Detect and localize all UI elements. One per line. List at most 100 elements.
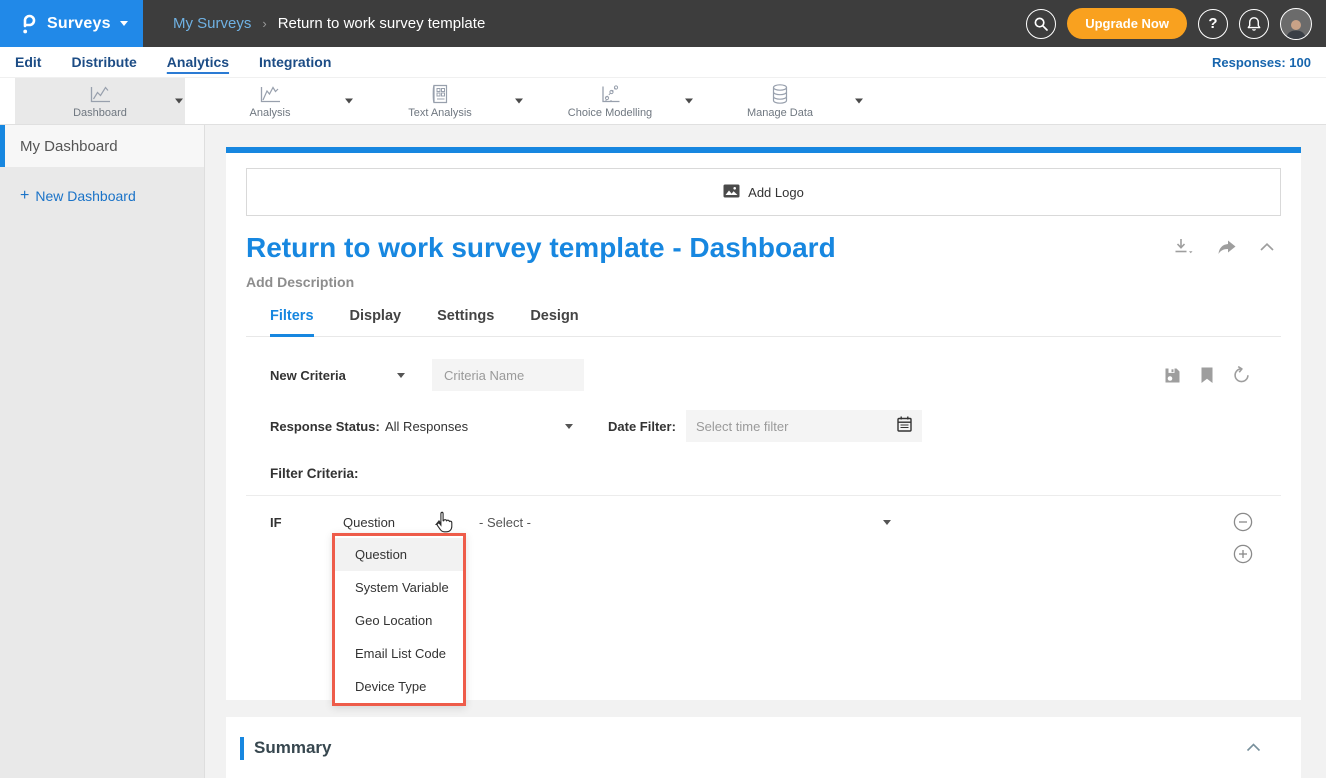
save-icon[interactable] xyxy=(1164,367,1181,384)
nav-item-edit[interactable]: Edit xyxy=(15,54,41,70)
condition-select-value: - Select - xyxy=(479,515,531,530)
condition-type-dropdown[interactable]: Question xyxy=(343,515,443,530)
download-icon[interactable] xyxy=(1173,238,1195,256)
collapse-chevron-up-icon[interactable] xyxy=(1259,242,1275,252)
image-icon xyxy=(723,184,740,201)
summary-collapse-chevron-icon[interactable] xyxy=(1246,743,1261,752)
header-actions: Upgrade Now ? xyxy=(1026,0,1326,47)
chevron-down-icon xyxy=(397,373,405,378)
dashboard-sidebar: My Dashboard + New Dashboard xyxy=(0,125,205,778)
breadcrumb: My Surveys › Return to work survey templ… xyxy=(173,0,485,47)
tab-filters[interactable]: Filters xyxy=(270,308,314,337)
date-filter-label: Date Filter: xyxy=(608,419,686,434)
dashboard-content: Add Logo Return to work survey template … xyxy=(205,125,1326,778)
toolbar-item-label: Dashboard xyxy=(73,107,127,119)
summary-accent-bar xyxy=(240,737,244,760)
toolbar-item-label: Analysis xyxy=(250,107,291,119)
breadcrumb-survey-title: Return to work survey template xyxy=(278,15,486,32)
sidebar-item-label: My Dashboard xyxy=(20,138,118,155)
chevron-down-icon[interactable] xyxy=(855,99,863,104)
survey-nav: Edit Distribute Analytics Integration Re… xyxy=(0,47,1326,77)
product-label: Surveys xyxy=(47,15,111,33)
divider xyxy=(246,495,1281,496)
filter-criteria-label: Filter Criteria: xyxy=(270,466,359,481)
chevron-down-icon[interactable] xyxy=(175,99,183,104)
sidebar-item-my-dashboard[interactable]: My Dashboard xyxy=(0,125,204,167)
pointer-cursor-icon xyxy=(434,511,455,539)
toolbar-item-choice-modelling[interactable]: Choice Modelling xyxy=(525,78,695,124)
line-chart-icon xyxy=(87,83,113,105)
bookmark-icon[interactable] xyxy=(1200,367,1214,384)
settings-tabs: Filters Display Settings Design xyxy=(246,308,1281,337)
responses-count[interactable]: Responses: 100 xyxy=(1212,55,1311,70)
if-label: IF xyxy=(270,515,343,530)
menu-item-question[interactable]: Question xyxy=(335,538,463,571)
date-filter-input[interactable] xyxy=(696,419,897,434)
condition-type-value: Question xyxy=(343,515,395,530)
menu-item-device-type[interactable]: Device Type xyxy=(335,670,463,703)
notifications-bell-icon[interactable] xyxy=(1239,9,1269,39)
menu-item-email-list-code[interactable]: Email List Code xyxy=(335,637,463,670)
toolbar-item-label: Choice Modelling xyxy=(568,107,652,119)
product-switcher[interactable]: Surveys xyxy=(0,0,143,47)
condition-question-select[interactable]: - Select - xyxy=(479,515,891,530)
new-criteria-value: New Criteria xyxy=(270,368,346,383)
calendar-icon xyxy=(897,416,912,437)
help-icon[interactable]: ? xyxy=(1198,9,1228,39)
menu-item-system-variable[interactable]: System Variable xyxy=(335,571,463,604)
new-dashboard-button[interactable]: + New Dashboard xyxy=(20,187,204,205)
dashboard-settings-card: Add Logo Return to work survey template … xyxy=(226,147,1301,700)
upgrade-now-button[interactable]: Upgrade Now xyxy=(1067,8,1187,39)
plus-icon: + xyxy=(20,187,29,205)
chevron-down-icon xyxy=(565,424,573,429)
chevron-down-icon xyxy=(120,21,128,26)
add-logo-label: Add Logo xyxy=(748,185,804,200)
condition-type-menu: Question System Variable Geo Location Em… xyxy=(332,533,466,706)
nav-item-integration[interactable]: Integration xyxy=(259,54,331,70)
chevron-down-icon[interactable] xyxy=(345,99,353,104)
nav-item-distribute[interactable]: Distribute xyxy=(71,54,136,70)
remove-criteria-icon[interactable] xyxy=(1233,512,1253,532)
tab-display[interactable]: Display xyxy=(350,308,402,336)
nav-item-analytics[interactable]: Analytics xyxy=(167,54,229,70)
search-icon[interactable] xyxy=(1026,9,1056,39)
questionpro-logo-icon xyxy=(20,12,38,36)
summary-section: Summary xyxy=(226,717,1301,778)
add-logo-button[interactable]: Add Logo xyxy=(246,168,1281,216)
chevron-down-icon xyxy=(883,520,891,525)
criteria-name-input[interactable] xyxy=(432,359,584,391)
toolbar-item-dashboard[interactable]: Dashboard xyxy=(15,78,185,124)
card-accent-bar xyxy=(226,147,1301,153)
new-dashboard-label: New Dashboard xyxy=(35,188,135,204)
top-header: Surveys My Surveys › Return to work surv… xyxy=(0,0,1326,47)
toolbar-item-text-analysis[interactable]: Text Analysis xyxy=(355,78,525,124)
response-status-label: Response Status: xyxy=(270,419,385,434)
analytics-toolbar: Dashboard Analysis Text Analysis Choice … xyxy=(0,77,1326,125)
dashboard-title[interactable]: Return to work survey template - Dashboa… xyxy=(246,232,836,264)
document-table-icon xyxy=(429,83,451,105)
add-criteria-icon[interactable] xyxy=(1233,544,1253,564)
add-description-button[interactable]: Add Description xyxy=(246,274,1281,290)
chevron-down-icon[interactable] xyxy=(515,99,523,104)
menu-item-geo-location[interactable]: Geo Location xyxy=(335,604,463,637)
scatter-chart-icon xyxy=(598,83,622,105)
response-status-value: All Responses xyxy=(385,419,468,434)
reset-icon[interactable] xyxy=(1233,366,1251,384)
chevron-down-icon[interactable] xyxy=(685,99,693,104)
toolbar-item-analysis[interactable]: Analysis xyxy=(185,78,355,124)
tab-design[interactable]: Design xyxy=(530,308,578,336)
toolbar-item-label: Text Analysis xyxy=(408,107,472,119)
date-filter-field[interactable] xyxy=(686,410,922,442)
tab-settings[interactable]: Settings xyxy=(437,308,494,336)
breadcrumb-my-surveys[interactable]: My Surveys xyxy=(173,15,251,32)
new-criteria-dropdown[interactable]: New Criteria xyxy=(270,368,405,383)
toolbar-item-manage-data[interactable]: Manage Data xyxy=(695,78,865,124)
breadcrumb-separator: › xyxy=(262,16,266,31)
response-status-dropdown[interactable]: All Responses xyxy=(385,419,573,434)
toolbar-item-label: Manage Data xyxy=(747,107,813,119)
share-icon[interactable] xyxy=(1217,239,1237,256)
database-icon xyxy=(769,83,791,105)
summary-title: Summary xyxy=(254,738,331,758)
user-avatar[interactable] xyxy=(1280,8,1312,40)
line-chart-icon xyxy=(257,83,283,105)
